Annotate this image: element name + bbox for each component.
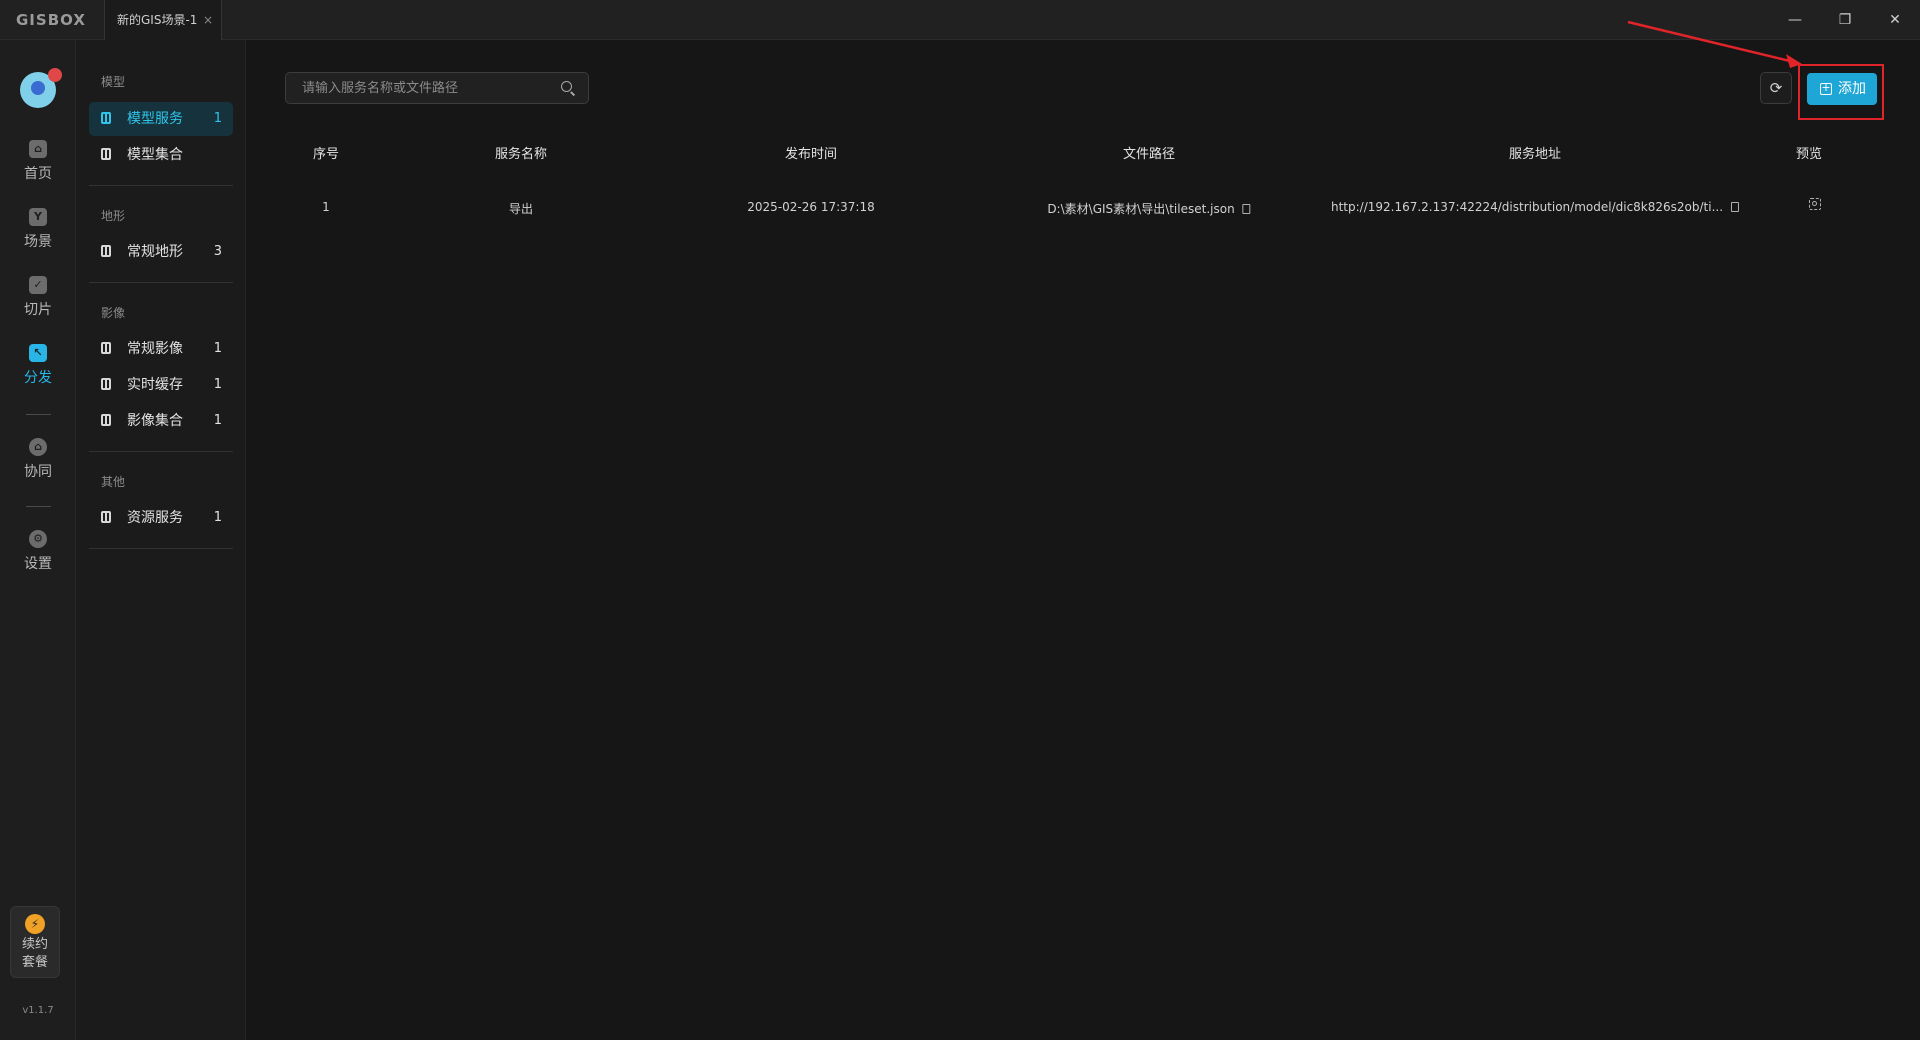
- title-bar: GISBOX 新的GIS场景-1 × — ❐ ✕: [0, 0, 1920, 40]
- renew-label-line2: 套餐: [21, 955, 48, 970]
- sidebar-item-label: 常规影像: [127, 341, 183, 357]
- imagery-collection-icon: [101, 414, 111, 426]
- rail-item-scene[interactable]: Y 场景: [0, 208, 76, 251]
- avatar-figure: [31, 81, 45, 95]
- terrain-icon: [101, 245, 111, 257]
- cell-index: 1: [322, 200, 330, 214]
- sidebar-item-count: 1: [213, 510, 222, 525]
- sidebar-item-resource-service[interactable]: 资源服务 1: [89, 501, 233, 535]
- rail-item-home[interactable]: ⌂ 首页: [0, 140, 76, 183]
- sidebar-item-terrain[interactable]: 常规地形 3: [89, 235, 233, 269]
- sidebar-item-model-service[interactable]: 模型服务 1: [89, 102, 233, 136]
- search-box: [285, 72, 589, 104]
- column-header-published: 发布时间: [784, 147, 838, 162]
- cell-name: 导出: [508, 202, 534, 216]
- tab-label: 新的GIS场景-1: [117, 13, 198, 27]
- notification-badge: [48, 68, 62, 82]
- sidebar-item-count: 1: [213, 377, 222, 392]
- sidebar-item-realtime-cache[interactable]: 实时缓存 1: [89, 368, 233, 402]
- slice-icon: ✓: [29, 276, 47, 294]
- search-input[interactable]: [286, 73, 546, 103]
- category-heading-model: 模型: [101, 75, 126, 89]
- rail-item-label: 分发: [24, 370, 52, 386]
- sidebar-item-label: 模型服务: [127, 111, 183, 127]
- rail-divider: [26, 414, 51, 415]
- category-divider: [89, 282, 233, 283]
- category-divider: [89, 451, 233, 452]
- tab-scene-1[interactable]: 新的GIS场景-1 ×: [104, 0, 222, 40]
- cell-path-text: D:\素材\GIS素材\导出\tileset.json: [1047, 202, 1235, 216]
- nav-rail: ⌂ 首页 Y 场景 ✓ 切片 ↖ 分发 ⌂ 协同 ⚙ 设置 ⚡ 续约 套餐 v1…: [0, 40, 76, 1040]
- rail-item-label: 首页: [24, 166, 52, 182]
- minimize-button[interactable]: —: [1770, 0, 1820, 40]
- rail-item-distribute[interactable]: ↖ 分发: [0, 344, 76, 387]
- cell-path: D:\素材\GIS素材\导出\tileset.json: [1047, 200, 1251, 217]
- sidebar-item-count: 1: [213, 111, 222, 126]
- cell-url: http://192.167.2.137:42224/distribution/…: [1330, 200, 1740, 214]
- rail-item-label: 设置: [24, 556, 52, 572]
- sidebar-item-imagery[interactable]: 常规影像 1: [89, 332, 233, 366]
- sidebar-item-count: 3: [213, 244, 222, 259]
- sidebar-item-label: 实时缓存: [127, 377, 183, 393]
- version-label: v1.1.7: [22, 1005, 54, 1016]
- sidebar-item-label: 模型集合: [127, 147, 183, 163]
- main-panel: ⟳ + 添加 序号 服务名称 发布时间 文件路径 服务地址 预览 1 导出 20…: [246, 20, 1920, 1040]
- close-window-button[interactable]: ✕: [1870, 0, 1920, 40]
- rail-item-label: 协同: [24, 464, 52, 480]
- cell-published: 2025-02-26 17:37:18: [747, 200, 875, 214]
- preview-icon[interactable]: [1809, 198, 1821, 210]
- annotation-arrow: [1627, 20, 1802, 68]
- sidebar-item-label: 常规地形: [127, 244, 183, 260]
- restore-button[interactable]: ❐: [1820, 0, 1870, 40]
- sidebar-item-count: 1: [213, 413, 222, 428]
- lightning-icon: ⚡: [25, 914, 45, 934]
- cache-icon: [101, 378, 111, 390]
- sidebar-item-imagery-collection[interactable]: 影像集合 1: [89, 404, 233, 438]
- sidebar-item-model-collection[interactable]: 模型集合: [89, 138, 233, 172]
- sidebar-item-label: 影像集合: [127, 413, 183, 429]
- column-header-preview: 预览: [1795, 147, 1823, 162]
- rail-item-slice[interactable]: ✓ 切片: [0, 276, 76, 319]
- collaborate-icon: ⌂: [29, 438, 47, 456]
- rail-divider: [26, 506, 51, 507]
- imagery-icon: [101, 342, 111, 354]
- renew-plan-button[interactable]: ⚡ 续约 套餐: [10, 906, 60, 978]
- avatar[interactable]: [20, 68, 62, 108]
- home-icon: ⌂: [29, 140, 47, 158]
- resource-icon: [101, 511, 111, 523]
- settings-icon: ⚙: [29, 530, 47, 548]
- rail-item-settings[interactable]: ⚙ 设置: [0, 530, 76, 573]
- copy-icon[interactable]: [1242, 204, 1251, 214]
- sidebar-item-label: 资源服务: [127, 510, 183, 526]
- sidebar-item-count: 1: [213, 341, 222, 356]
- rail-item-label: 切片: [24, 302, 52, 318]
- rail-item-collaborate[interactable]: ⌂ 协同: [0, 438, 76, 481]
- model-icon: [101, 148, 111, 160]
- rail-item-label: 场景: [24, 234, 52, 250]
- scene-icon: Y: [29, 208, 47, 226]
- category-heading-other: 其他: [101, 475, 126, 489]
- category-heading-imagery: 影像: [101, 306, 126, 320]
- column-header-name: 服务名称: [494, 147, 548, 162]
- category-heading-terrain: 地形: [101, 209, 126, 223]
- cell-url-text: http://192.167.2.137:42224/distribution/…: [1330, 200, 1724, 214]
- renew-label-line1: 续约: [21, 937, 48, 952]
- category-divider: [89, 185, 233, 186]
- tab-close-icon[interactable]: ×: [203, 0, 213, 40]
- column-header-url: 服务地址: [1508, 147, 1562, 162]
- search-icon[interactable]: [561, 81, 572, 92]
- category-divider: [89, 548, 233, 549]
- distribute-icon: ↖: [29, 344, 47, 362]
- column-header-path: 文件路径: [1122, 147, 1176, 162]
- category-sidebar: 模型 模型服务 1 模型集合 地形 常规地形 3 影像 常规影像 1 实时缓存 …: [76, 40, 246, 1040]
- column-header-index: 序号: [312, 147, 340, 162]
- model-icon: [101, 112, 111, 124]
- app-logo: GISBOX: [16, 11, 86, 29]
- copy-icon[interactable]: [1731, 202, 1740, 212]
